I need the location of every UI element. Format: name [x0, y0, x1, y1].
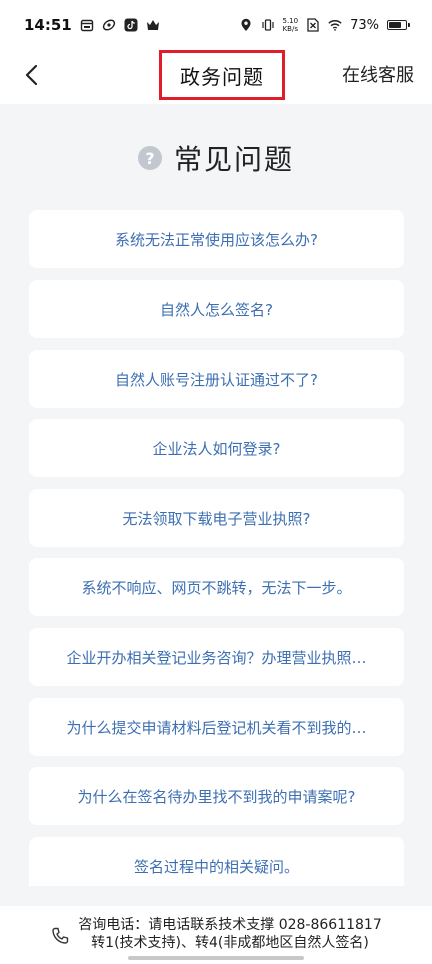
- faq-item-label: 企业开办相关登记业务咨询？办理营业执照…: [66, 648, 367, 667]
- status-left: 14:51: [24, 16, 160, 34]
- faq-item-label: 无法领取下载电子营业执照?: [122, 509, 311, 528]
- faq-item[interactable]: 自然人账号注册认证通过不了?: [29, 350, 404, 408]
- contact-extension-line: 转1(技术支持)、转4(非成都地区自然人签名): [91, 935, 369, 951]
- faq-item-label: 自然人账号注册认证通过不了?: [115, 370, 318, 389]
- question-icon: ?: [137, 146, 162, 170]
- status-bar: 14:51 5.10 KB/s 73%: [0, 0, 432, 50]
- faq-item-label: 为什么在签名待办里找不到我的申请案呢?: [77, 787, 356, 806]
- back-button[interactable]: [16, 60, 46, 90]
- network-speed: 5.10 KB/s: [283, 17, 299, 33]
- nav-title-highlight: 政务问题: [159, 50, 285, 100]
- faq-list: 系统无法正常使用应该怎么办? 自然人怎么签名? 自然人账号注册认证通过不了? 企…: [29, 210, 404, 886]
- status-time: 14:51: [24, 16, 72, 34]
- faq-item[interactable]: 企业开办相关登记业务咨询？办理营业执照…: [29, 628, 404, 686]
- network-speed-unit: KB/s: [282, 25, 298, 33]
- faq-header: ? 常见问题: [0, 136, 432, 180]
- app-link-icon: [102, 18, 116, 32]
- status-right: 5.10 KB/s 73%: [239, 17, 410, 33]
- faq-item[interactable]: 系统无法正常使用应该怎么办?: [29, 210, 404, 268]
- page-title: 政务问题: [180, 64, 264, 89]
- crown-icon: [146, 18, 160, 32]
- faq-item[interactable]: 签名过程中的相关疑问。: [29, 837, 404, 886]
- contact-text: 咨询电话：请电话联系技术支撑 028-86611817 转1(技术支持)、转4(…: [78, 916, 381, 952]
- no-sim-icon: [306, 18, 320, 32]
- chevron-left-icon: [25, 64, 38, 86]
- faq-item[interactable]: 为什么在签名待办里找不到我的申请案呢?: [29, 767, 404, 825]
- calendar-icon: [80, 18, 94, 32]
- network-speed-value: 5.10: [282, 17, 299, 25]
- wifi-icon: [328, 18, 342, 32]
- home-indicator[interactable]: [128, 956, 304, 960]
- faq-item-label: 系统不响应、网页不跳转，无法下一步。: [81, 578, 352, 597]
- phone-icon[interactable]: [50, 926, 70, 946]
- faq-title: 常见问题: [173, 143, 294, 176]
- contact-phone-line[interactable]: 咨询电话：请电话联系技术支撑 028-86611817: [78, 916, 381, 934]
- battery-body: [387, 20, 407, 30]
- location-icon: [239, 18, 253, 32]
- faq-item[interactable]: 为什么提交申请材料后登记机关看不到我的…: [29, 698, 404, 756]
- faq-item-label: 为什么提交申请材料后登记机关看不到我的…: [66, 718, 367, 737]
- faq-item-label: 系统无法正常使用应该怎么办?: [115, 230, 318, 249]
- nav-bar: 政务问题 在线客服: [0, 50, 432, 104]
- battery-fill: [389, 22, 401, 28]
- vibrate-icon: [261, 18, 275, 32]
- faq-item-label: 企业法人如何登录?: [152, 439, 281, 458]
- faq-item[interactable]: 无法领取下载电子营业执照?: [29, 489, 404, 547]
- battery-tip: [408, 23, 410, 27]
- online-service-button[interactable]: 在线客服: [342, 61, 414, 87]
- tiktok-icon: [124, 18, 138, 32]
- faq-item[interactable]: 企业法人如何登录?: [29, 419, 404, 477]
- faq-item[interactable]: 系统不响应、网页不跳转，无法下一步。: [29, 558, 404, 616]
- faq-item[interactable]: 自然人怎么签名?: [29, 280, 404, 338]
- faq-item-label: 签名过程中的相关疑问。: [133, 857, 299, 876]
- faq-item-label: 自然人怎么签名?: [160, 300, 273, 319]
- battery-percent: 73%: [350, 17, 379, 33]
- battery-icon: [387, 20, 410, 30]
